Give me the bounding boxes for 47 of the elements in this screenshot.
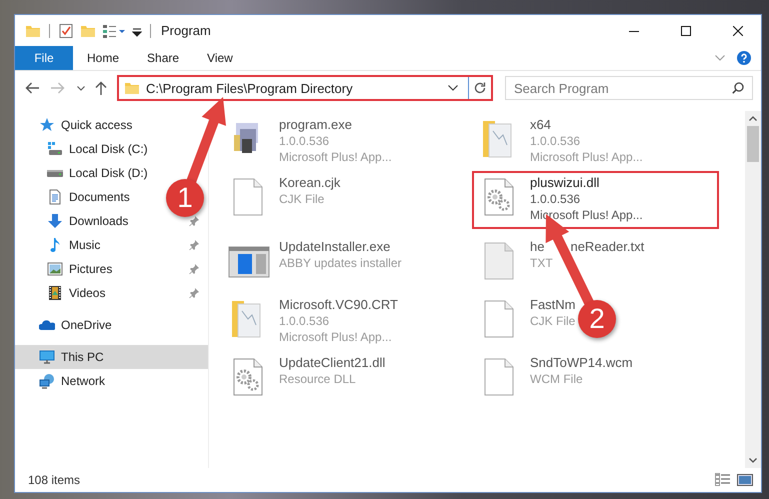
sidebar-item[interactable]: OneDrive [61, 318, 112, 332]
file-name: neReader.txt [570, 239, 644, 254]
sidebar-item[interactable]: This PC [15, 345, 208, 369]
address-bar[interactable]: C:\Program Files\Program Directory [117, 75, 493, 101]
file-name: x64 [530, 117, 551, 132]
sidebar-item[interactable]: Network [61, 374, 106, 388]
window-title: Program [161, 23, 211, 38]
sidebar-item[interactable]: Music [69, 238, 100, 252]
step-number-badge: 1 [166, 179, 204, 217]
file-detail: CJK File [530, 314, 576, 328]
file-detail: Resource DLL [279, 372, 357, 386]
sidebar-item[interactable]: Downloads [69, 214, 128, 228]
file-detail: 1.0.0.536 [530, 192, 582, 206]
sidebar-item[interactable]: Quick access [61, 118, 132, 132]
ribbon-tab[interactable]: Home [73, 46, 134, 70]
ribbon-tab[interactable]: View [193, 46, 247, 70]
ribbon-tab[interactable]: Share [133, 46, 194, 70]
sidebar-item[interactable]: Local Disk (C:) [69, 142, 148, 156]
file-name: SndToWP14.wcm [530, 355, 633, 370]
file-name: program.exe [279, 117, 352, 132]
item-count: 108 items [28, 473, 80, 487]
file-name: UpdateInstaller.exe [279, 239, 390, 254]
search-field[interactable]: Search Program [505, 76, 753, 100]
file-detail: TXT [530, 256, 554, 270]
sidebar-item[interactable]: Videos [69, 286, 106, 300]
file-name: Korean.cjk [279, 175, 340, 190]
file-detail: CJK File [279, 192, 326, 206]
file-detail: Microsoft Plus! App... [530, 208, 643, 222]
file-detail: Microsoft Plus! App... [279, 150, 392, 164]
file-name: he [530, 239, 544, 254]
file-name: Microsoft.VC90.CRT [279, 297, 398, 312]
file-detail: Microsoft Plus! App... [530, 150, 643, 164]
file-detail: 1.0.0.536 [279, 314, 330, 328]
file-menu-button[interactable]: File [15, 46, 73, 70]
highlighted-file-item[interactable]: pluswizui.dll 1.0.0.536 Microsoft Plus! App... [472, 171, 719, 229]
file-name: UpdateClient21.dll [279, 355, 386, 370]
file-detail: 1.0.0.536 [279, 134, 330, 148]
file-detail: WCM File [530, 372, 584, 386]
sidebar-item[interactable]: Documents [69, 190, 130, 204]
sidebar-item[interactable]: Pictures [69, 262, 112, 276]
file-detail: 1.0.0.536 [530, 134, 582, 148]
sidebar-item[interactable]: Local Disk (D:) [69, 166, 148, 180]
file-detail: Microsoft Plus! App... [279, 330, 393, 344]
step-number-badge: 2 [578, 300, 616, 338]
file-name: pluswizui.dll [530, 175, 600, 190]
file-detail: ABBY updates installer [279, 256, 402, 270]
file-name: FastNm [530, 297, 576, 312]
